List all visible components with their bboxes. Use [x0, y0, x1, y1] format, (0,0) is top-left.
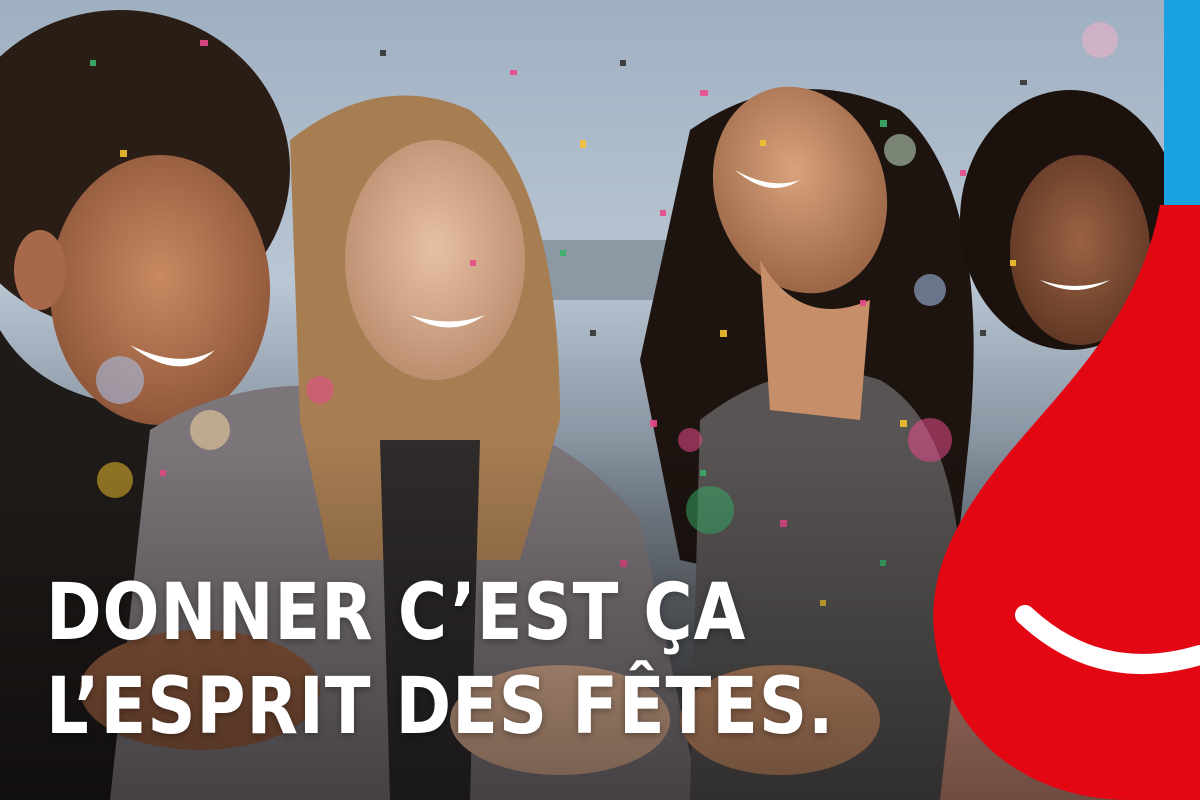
headline-line-1: DONNER C’EST ÇA [46, 568, 747, 658]
blood-drop-smile-icon [933, 205, 1200, 800]
headline-line-2: L’ESPRIT DES FÊTES. [46, 662, 835, 752]
headline: DONNER C’EST ÇA L’ESPRIT DES FÊTES. [46, 566, 835, 754]
promo-banner: DONNER C’EST ÇA L’ESPRIT DES FÊTES. [0, 0, 1200, 800]
